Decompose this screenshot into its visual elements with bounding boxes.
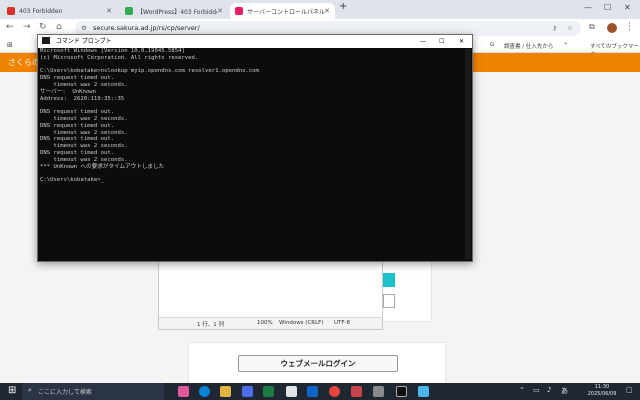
- pdf-icon[interactable]: [351, 386, 362, 397]
- close-tab-icon[interactable]: ✕: [324, 7, 330, 15]
- close-tab-icon[interactable]: ✕: [106, 7, 112, 15]
- cmd-title-bar[interactable]: コマンド プロンプト — ☐ ✕: [38, 35, 472, 48]
- notepad-window[interactable]: 1 行、1 列 100% Windows (CRLF) UTF-8: [158, 258, 383, 330]
- notepad-status-bar: 1 行、1 列 100% Windows (CRLF) UTF-8: [159, 317, 382, 329]
- volume-icon[interactable]: ♪: [547, 386, 551, 394]
- teal-button[interactable]: [383, 273, 395, 287]
- cmd-title: コマンド プロンプト: [55, 38, 112, 45]
- more-bookmarks-icon[interactable]: »: [564, 41, 567, 47]
- taskbar-search-box[interactable]: ⌕ ここに入力して検索: [22, 383, 164, 400]
- menu-icon[interactable]: ⋮: [625, 22, 634, 32]
- cmd-output[interactable]: Microsoft Windows [Version 10.0.19045.58…: [40, 48, 460, 258]
- command-prompt-window[interactable]: コマンド プロンプト — ☐ ✕ Microsoft Windows [Vers…: [37, 34, 473, 262]
- edge-icon[interactable]: [199, 386, 210, 397]
- tab-favicon-icon: [7, 7, 15, 15]
- site-header-text: さくらの: [8, 58, 40, 67]
- bookmark-item[interactable]: 調査書 / 仕入先から: [504, 42, 553, 50]
- encoding: UTF-8: [334, 320, 351, 326]
- maximize-button[interactable]: ☐: [604, 3, 611, 12]
- bookmark-star-icon[interactable]: ☆: [567, 21, 573, 36]
- windows-start-icon[interactable]: ⊞: [8, 385, 16, 396]
- close-tab-icon[interactable]: ✕: [217, 7, 223, 15]
- forward-icon[interactable]: →: [23, 22, 31, 32]
- network-icon[interactable]: ▭: [533, 386, 540, 394]
- outlook-icon[interactable]: [307, 386, 318, 397]
- notepad-icon[interactable]: [418, 386, 429, 397]
- cmd-close-button[interactable]: ✕: [459, 35, 464, 48]
- store-icon[interactable]: [242, 386, 253, 397]
- tab-favicon-icon: [235, 7, 243, 15]
- home-icon[interactable]: ⌂: [56, 22, 62, 32]
- tab-403-forbidden[interactable]: 403 Forbidden ✕: [2, 3, 117, 19]
- zoom-level: 100%: [257, 320, 273, 326]
- extensions-icon[interactable]: ⧉: [589, 22, 595, 32]
- app-icon[interactable]: [286, 386, 297, 397]
- webmail-card: ウェブメールログイン: [188, 342, 446, 385]
- tab-favicon-icon: [125, 7, 133, 15]
- terminal-icon[interactable]: [396, 386, 407, 397]
- back-icon[interactable]: ←: [6, 22, 14, 32]
- clock[interactable]: 11:30 2025/06/09: [584, 384, 620, 398]
- secondary-button[interactable]: [383, 294, 395, 308]
- copilot-icon[interactable]: [178, 386, 189, 397]
- cmd-icon: [42, 37, 50, 44]
- notification-icon[interactable]: ▢: [626, 386, 633, 394]
- tab-server-control-panel[interactable]: サーバーコントロールパネル ✕: [230, 3, 335, 19]
- cursor-position: 1 行、1 列: [197, 322, 224, 328]
- system-tray-icon[interactable]: ⌃: [519, 386, 525, 394]
- clock-date: 2025/06/09: [587, 391, 617, 397]
- chrome-icon[interactable]: [329, 386, 340, 397]
- new-tab-button[interactable]: +: [339, 1, 347, 12]
- app-icon[interactable]: [373, 386, 384, 397]
- excel-icon[interactable]: [263, 386, 274, 397]
- cmd-minimize-button[interactable]: —: [420, 35, 426, 48]
- tab-wordpress-article[interactable]: 【WordPress】403 Forbidden エラ ✕: [120, 3, 228, 19]
- ime-icon[interactable]: あ: [561, 386, 568, 396]
- webmail-login-button[interactable]: ウェブメールログイン: [238, 355, 398, 372]
- clock-time: 11:30: [594, 384, 610, 390]
- tab-title: 403 Forbidden: [19, 7, 63, 15]
- bookmark-item[interactable]: G: [490, 42, 494, 48]
- reload-icon[interactable]: ↻: [39, 22, 47, 32]
- cmd-maximize-button[interactable]: ☐: [439, 35, 444, 48]
- minimize-button[interactable]: —: [584, 3, 592, 12]
- windows-taskbar: ⊞ ⌕ ここに入力して検索 ⌃ ▭ ♪ あ 11:30 2025/06/09 ▢: [0, 383, 640, 400]
- file-explorer-icon[interactable]: [220, 386, 231, 397]
- search-icon: ⌕: [28, 386, 32, 394]
- address-text: secure.sakura.ad.jp/rs/cp/server/: [93, 24, 200, 32]
- line-ending: Windows (CRLF): [279, 320, 324, 326]
- browser-tab-strip: 403 Forbidden ✕ 【WordPress】403 Forbidden…: [0, 0, 640, 19]
- apps-icon[interactable]: ⊞: [7, 41, 13, 49]
- close-window-button[interactable]: ✕: [624, 3, 631, 12]
- key-icon[interactable]: ⚷: [552, 21, 557, 36]
- profile-avatar[interactable]: [607, 23, 617, 33]
- cmd-scrollbar[interactable]: [465, 49, 471, 259]
- search-placeholder: ここに入力して検索: [38, 389, 92, 396]
- tab-title: 【WordPress】403 Forbidden エラ: [137, 8, 217, 16]
- tab-title: サーバーコントロールパネル: [247, 8, 325, 16]
